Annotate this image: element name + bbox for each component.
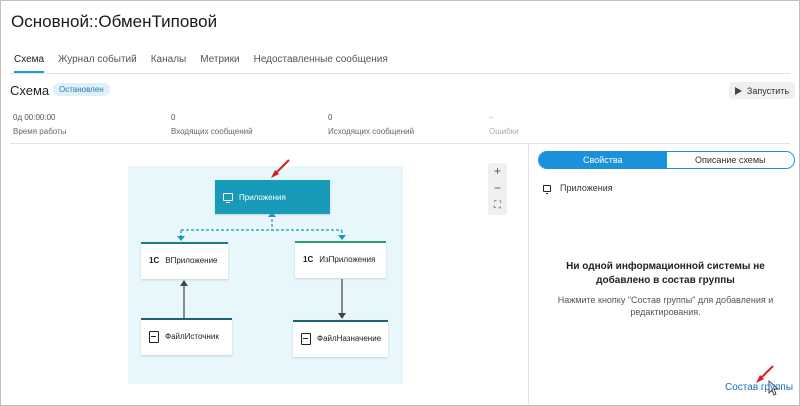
- tab-properties[interactable]: Свойства: [539, 152, 667, 168]
- node-topbar: [295, 241, 386, 243]
- node-file-source[interactable]: ФайлИсточник: [141, 318, 232, 355]
- group-members-button[interactable]: Состав группы: [725, 382, 793, 393]
- node-label: ФайлИсточник: [165, 332, 219, 341]
- fit-to-screen-button[interactable]: ⛶: [488, 197, 507, 214]
- node-file-dest[interactable]: ФайлНазначение: [293, 320, 388, 357]
- stat-label: Ошибки: [489, 127, 519, 136]
- selected-node-label: Приложения: [560, 183, 613, 193]
- file-import-icon: [149, 330, 159, 343]
- stat-incoming: 0 Входящих сообщений: [171, 113, 253, 136]
- stat-label: Время работы: [13, 127, 67, 136]
- zoom-in-button[interactable]: +: [488, 163, 507, 180]
- tab-undelivered[interactable]: Недоставленные сообщения: [254, 54, 388, 73]
- tab-schema-description[interactable]: Описание схемы: [666, 152, 794, 168]
- stat-value: 0д 00:00:00: [13, 113, 56, 122]
- stat-errors: – Ошибки: [489, 113, 519, 136]
- monitor-icon: [543, 184, 551, 194]
- stat-uptime: 0д 00:00:00 Время работы: [13, 113, 66, 136]
- node-topbar: [293, 320, 388, 322]
- tab-event-log[interactable]: Журнал событий: [58, 54, 137, 73]
- schema-heading: Схема: [10, 83, 50, 98]
- node-label: ФайлНазначение: [317, 334, 382, 343]
- empty-state-text: Нажмите кнопку "Состав группы" для добав…: [557, 295, 774, 317]
- file-export-icon: [301, 332, 311, 345]
- node-topbar: [141, 318, 232, 320]
- database-icon: 1С: [149, 255, 160, 265]
- database-icon: 1С: [303, 254, 314, 264]
- stat-value: 0: [328, 113, 333, 122]
- empty-state-title: Ни одной информационной системы не добав…: [566, 261, 765, 286]
- stat-label: Входящих сообщений: [171, 127, 253, 136]
- node-label: ВПриложение: [165, 256, 218, 265]
- tab-metrics[interactable]: Метрики: [200, 54, 239, 73]
- tabs-divider: [10, 73, 790, 74]
- node-applications[interactable]: Приложения: [215, 180, 330, 214]
- tab-schema[interactable]: Схема: [14, 54, 45, 73]
- selected-node-header: Приложения: [543, 183, 613, 194]
- node-from-app[interactable]: 1С ИзПриложения: [295, 241, 386, 278]
- tab-channels[interactable]: Каналы: [151, 54, 187, 73]
- node-topbar: [141, 242, 228, 244]
- stat-label: Исходящих сообщений: [328, 127, 415, 136]
- stat-value: –: [489, 113, 494, 122]
- stat-outgoing: 0 Исходящих сообщений: [328, 113, 414, 136]
- run-button[interactable]: Запустить: [729, 82, 795, 99]
- play-icon: [734, 86, 742, 95]
- monitor-icon: [223, 193, 233, 203]
- panel-tab-switch: Свойства Описание схемы: [538, 151, 795, 169]
- node-to-app[interactable]: 1С ВПриложение: [141, 242, 228, 279]
- page-title: Основной::ОбменТиповой: [11, 12, 218, 31]
- node-label: ИзПриложения: [319, 255, 376, 264]
- status-badge: Остановлен: [53, 83, 110, 96]
- stat-value: 0: [171, 113, 176, 122]
- panel-divider: [528, 143, 529, 405]
- stats-divider: [10, 143, 790, 144]
- node-label: Приложения: [239, 192, 286, 202]
- zoom-controls: + − ⛶: [488, 163, 507, 215]
- zoom-out-button[interactable]: −: [488, 180, 507, 197]
- run-button-label: Запустить: [746, 85, 790, 96]
- tab-bar: Схема Журнал событий Каналы Метрики Недо…: [14, 54, 402, 73]
